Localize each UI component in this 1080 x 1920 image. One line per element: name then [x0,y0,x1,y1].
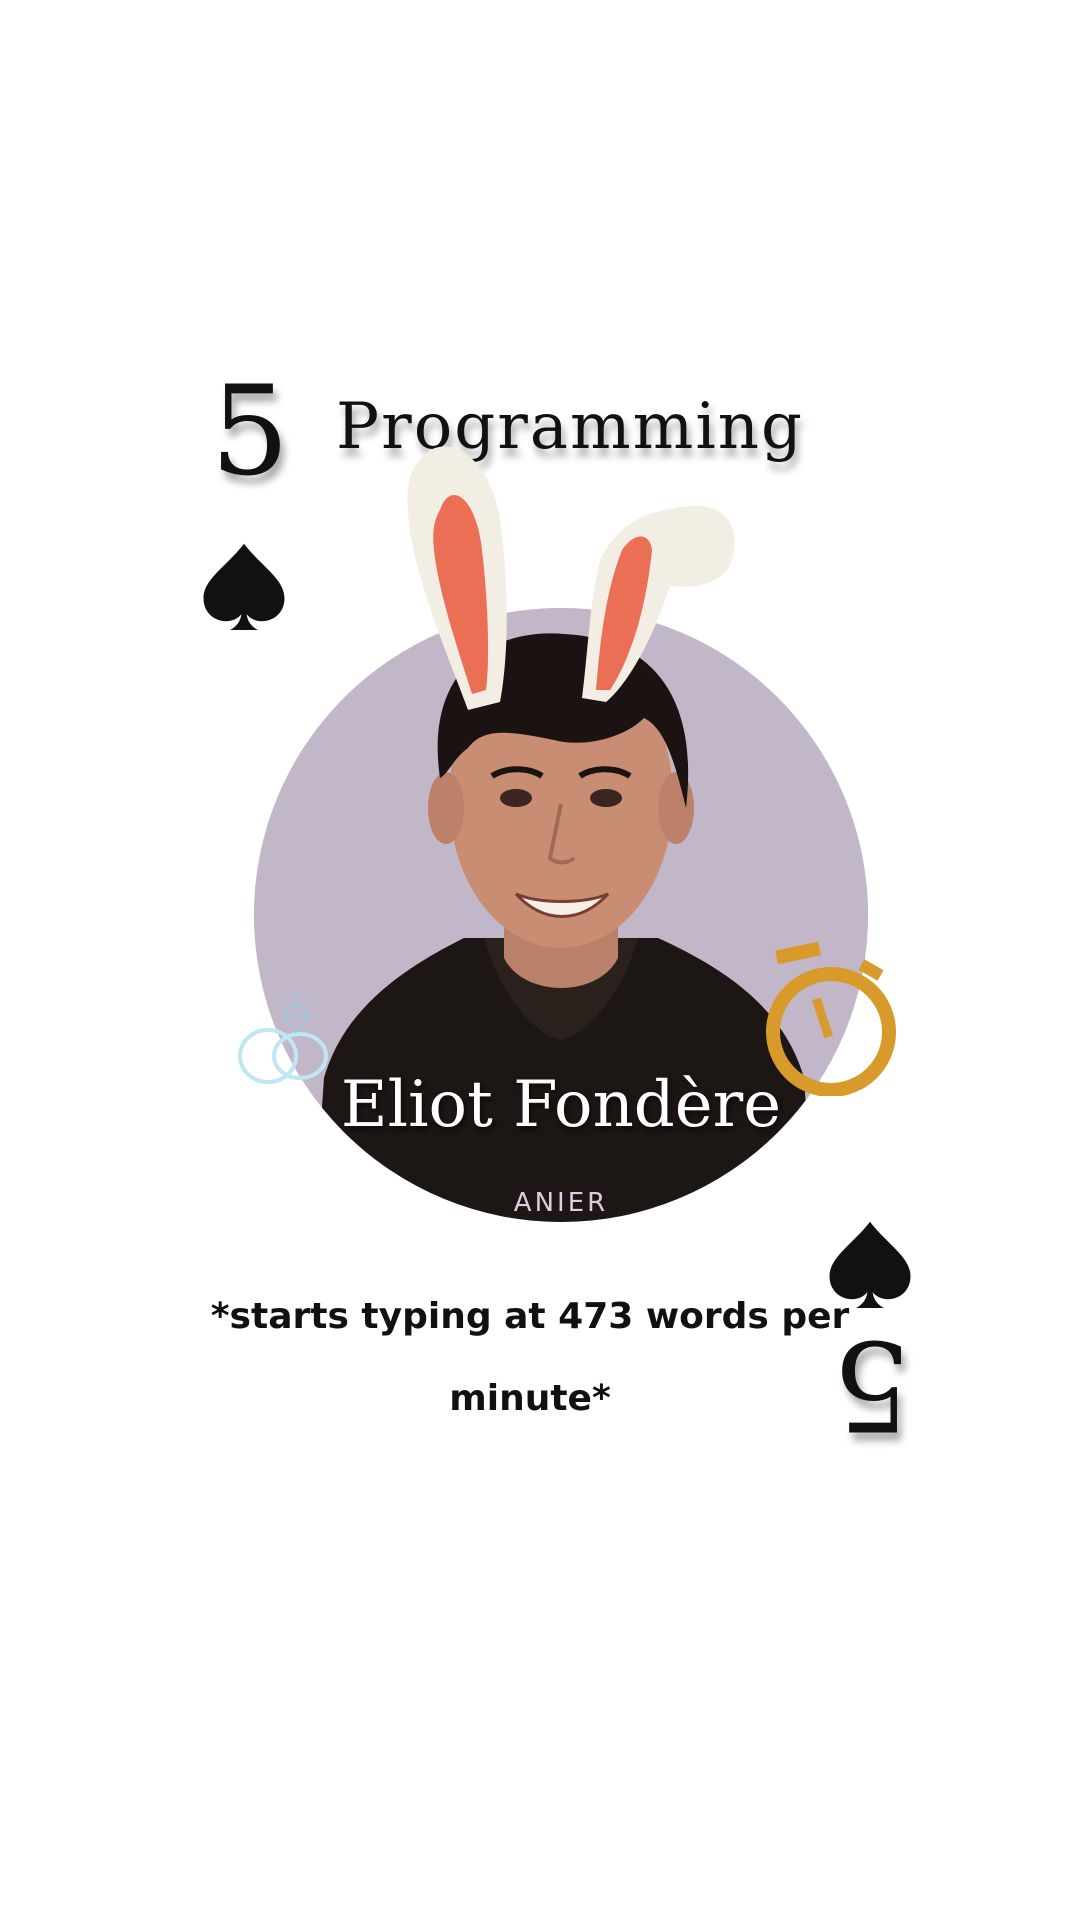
shirt-print: ANIER [513,1188,609,1218]
rings-icon [238,994,328,1084]
card-caption: *starts typing at 473 words per minute* [210,1296,850,1419]
stopwatch-icon [766,941,896,1096]
bunny-ears-icon [407,446,735,710]
playing-card: 5 Programming Eliot Fondère ANIER 5 *sta… [0,0,1080,1920]
card-rank-top: 5 [210,360,290,504]
